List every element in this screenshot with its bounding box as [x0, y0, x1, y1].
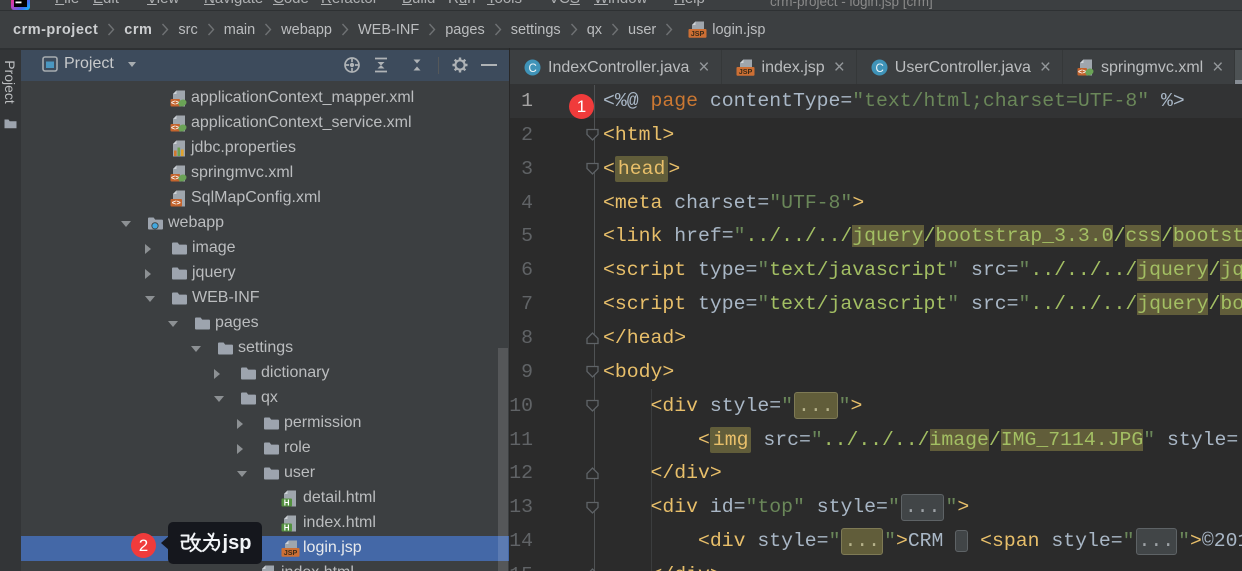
svg-text:C: C [528, 63, 536, 75]
svg-text:<>: <> [171, 100, 179, 107]
svg-text:JSP: JSP [738, 67, 752, 76]
svg-text:<>: <> [1078, 69, 1086, 76]
svg-text:<>: <> [172, 200, 182, 207]
svg-text:JSP: JSP [284, 548, 298, 557]
svg-text:H: H [284, 498, 290, 507]
svg-text:JSP: JSP [691, 29, 705, 38]
svg-text:<>: <> [171, 175, 179, 182]
svg-text:<>: <> [171, 125, 179, 132]
svg-text:H: H [284, 523, 290, 532]
svg-text:C: C [875, 63, 883, 75]
